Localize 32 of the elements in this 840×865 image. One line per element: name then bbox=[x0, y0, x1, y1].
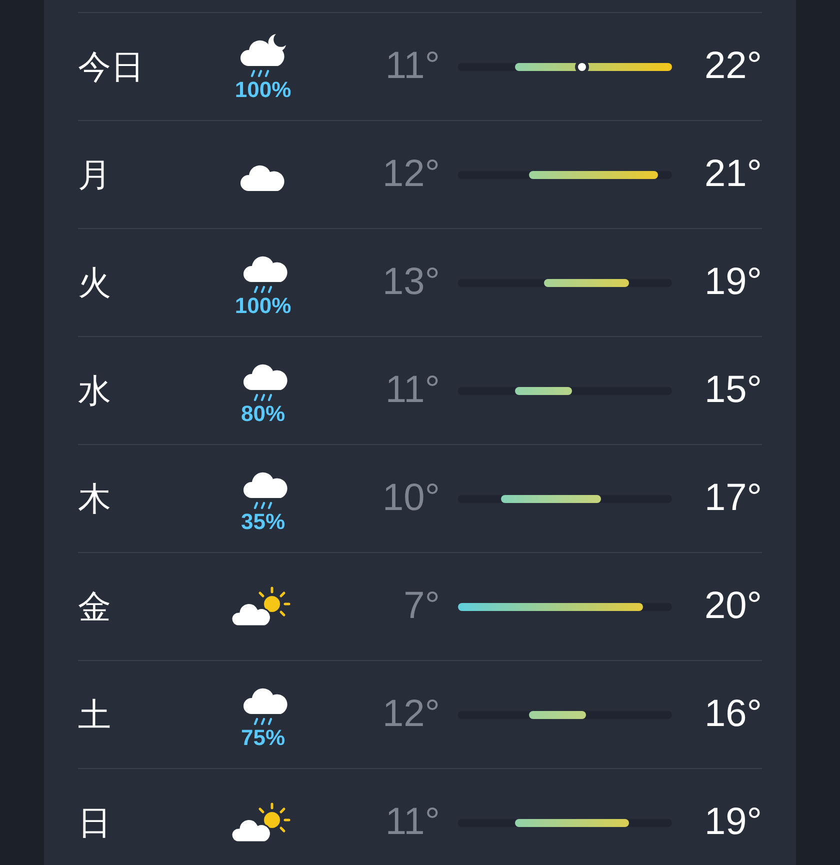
day-label: 金 bbox=[78, 586, 112, 627]
high-temperature: 15° bbox=[704, 368, 762, 413]
day-label: 今日 bbox=[78, 46, 145, 87]
low-temperature: 13° bbox=[382, 260, 440, 305]
day-label: 月 bbox=[78, 154, 112, 195]
low-temperature: 12° bbox=[382, 152, 440, 197]
low-temperature: 10° bbox=[382, 476, 440, 521]
precipitation-chance: 100% bbox=[234, 79, 292, 101]
day-label: 水 bbox=[78, 370, 112, 411]
day-label: 土 bbox=[78, 694, 112, 735]
day-label: 火 bbox=[78, 262, 112, 303]
high-temperature: 21° bbox=[704, 152, 762, 197]
temperature-range-bar bbox=[529, 710, 586, 718]
high-temperature: 16° bbox=[704, 692, 762, 737]
high-temperature: 19° bbox=[704, 800, 762, 845]
day-label: 日 bbox=[78, 802, 112, 843]
precipitation-chance: 80% bbox=[240, 403, 286, 425]
high-temperature: 17° bbox=[704, 476, 762, 521]
precipitation-chance: 75% bbox=[240, 727, 286, 749]
low-temperature: 11° bbox=[384, 368, 440, 413]
precipitation-chance: 100% bbox=[234, 295, 292, 317]
high-temperature: 22° bbox=[704, 44, 762, 89]
day-label: 木 bbox=[78, 478, 112, 519]
temperature-range-bar bbox=[515, 386, 572, 394]
cloud-moon-rain-icon bbox=[238, 32, 288, 78]
high-temperature: 20° bbox=[704, 584, 762, 629]
precipitation-chance: 35% bbox=[240, 511, 286, 533]
low-temperature: 11° bbox=[384, 800, 440, 845]
high-temperature: 19° bbox=[704, 260, 762, 305]
low-temperature: 12° bbox=[382, 692, 440, 737]
low-temperature: 11° bbox=[384, 44, 440, 89]
low-temperature: 7° bbox=[402, 584, 440, 629]
